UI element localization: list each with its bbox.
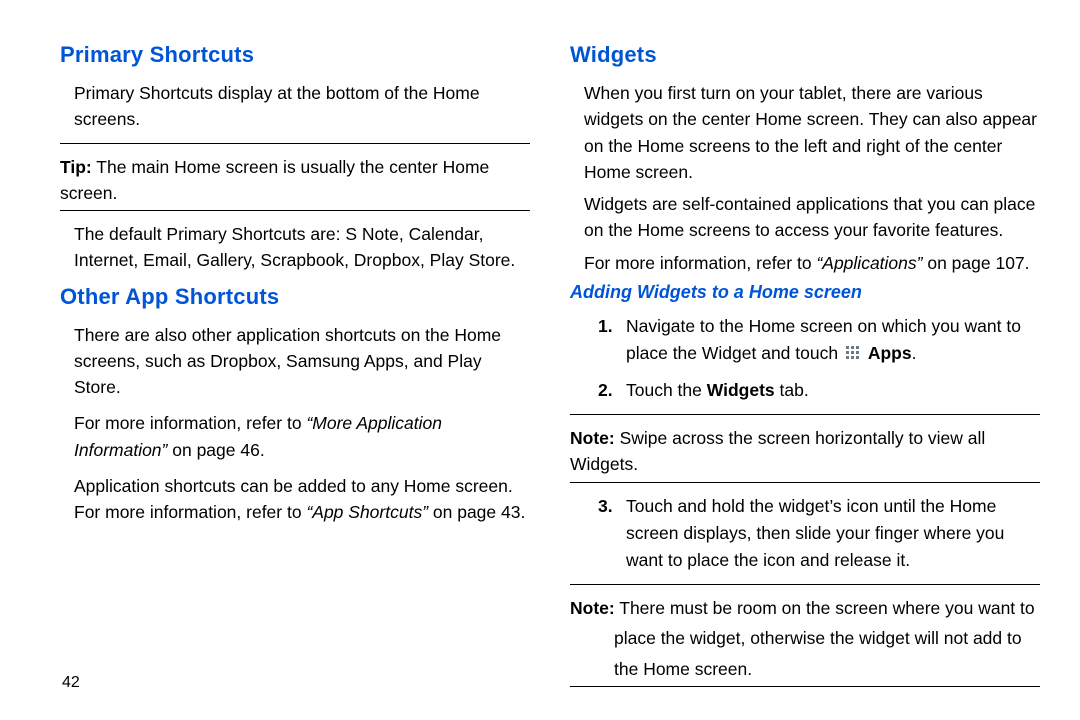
note-text: There must be room on the screen where y… <box>615 598 1035 618</box>
steps-list: 3. Touch and hold the widget’s icon unti… <box>598 493 1040 574</box>
note: Note: Swipe across the screen horizontal… <box>570 425 1040 478</box>
manual-page: Primary Shortcuts Primary Shortcuts disp… <box>0 0 1080 697</box>
heading-adding-widgets: Adding Widgets to a Home screen <box>570 282 1040 303</box>
divider <box>60 143 530 144</box>
text: For more information, refer to <box>584 253 816 273</box>
reference-link: “App Shortcuts” <box>306 502 428 522</box>
apps-grid-icon <box>845 345 861 361</box>
step-1: 1. Navigate to the Home screen on which … <box>598 313 1040 367</box>
divider <box>570 414 1040 415</box>
paragraph: Application shortcuts can be added to an… <box>74 473 530 526</box>
tip-note: Tip: The main Home screen is usually the… <box>60 154 530 207</box>
apps-label: Apps <box>868 343 912 363</box>
steps-list: 1. Navigate to the Home screen on which … <box>598 313 1040 404</box>
left-column: Primary Shortcuts Primary Shortcuts disp… <box>60 42 530 697</box>
tip-text: The main Home screen is usually the cent… <box>60 157 489 203</box>
step-2: 2. Touch the Widgets tab. <box>598 377 1040 404</box>
step-number: 2. <box>598 377 613 404</box>
text: on page 43. <box>428 502 525 522</box>
note: Note: There must be room on the screen w… <box>570 595 1040 621</box>
reference-link: “Applications” <box>816 253 922 273</box>
divider <box>570 584 1040 585</box>
note-continuation: place the widget, otherwise the widget w… <box>614 625 1040 651</box>
text: Navigate to the Home screen on which you… <box>626 316 1021 363</box>
step-number: 3. <box>598 493 613 520</box>
page-number: 42 <box>62 674 80 692</box>
divider <box>60 210 530 211</box>
note-label: Note: <box>570 598 615 618</box>
note-continuation: the Home screen. <box>614 656 1040 682</box>
widgets-tab-label: Widgets <box>707 380 775 400</box>
paragraph: For more information, refer to “Applicat… <box>584 250 1040 276</box>
heading-other-app-shortcuts: Other App Shortcuts <box>60 284 530 310</box>
paragraph: Primary Shortcuts display at the bottom … <box>74 80 530 133</box>
paragraph: Widgets are self-contained applications … <box>584 191 1040 244</box>
heading-widgets: Widgets <box>570 42 1040 68</box>
note-label: Note: <box>570 428 615 448</box>
divider <box>570 482 1040 483</box>
paragraph: There are also other application shortcu… <box>74 322 530 401</box>
paragraph: When you first turn on your tablet, ther… <box>584 80 1040 185</box>
text: . <box>912 343 917 363</box>
text: tab. <box>775 380 809 400</box>
step-number: 1. <box>598 313 613 340</box>
paragraph: The default Primary Shortcuts are: S Not… <box>74 221 530 274</box>
divider <box>570 686 1040 687</box>
right-column: Widgets When you first turn on your tabl… <box>570 42 1040 697</box>
text: Touch and hold the widget’s icon until t… <box>626 496 1004 570</box>
heading-primary-shortcuts: Primary Shortcuts <box>60 42 530 68</box>
step-3: 3. Touch and hold the widget’s icon unti… <box>598 493 1040 574</box>
tip-label: Tip: <box>60 157 92 177</box>
text: For more information, refer to <box>74 413 306 433</box>
text: Touch the <box>626 380 707 400</box>
text: on page 46. <box>167 440 264 460</box>
paragraph: For more information, refer to “More App… <box>74 410 530 463</box>
note-text: Swipe across the screen horizontally to … <box>570 428 985 474</box>
text: on page 107. <box>922 253 1029 273</box>
